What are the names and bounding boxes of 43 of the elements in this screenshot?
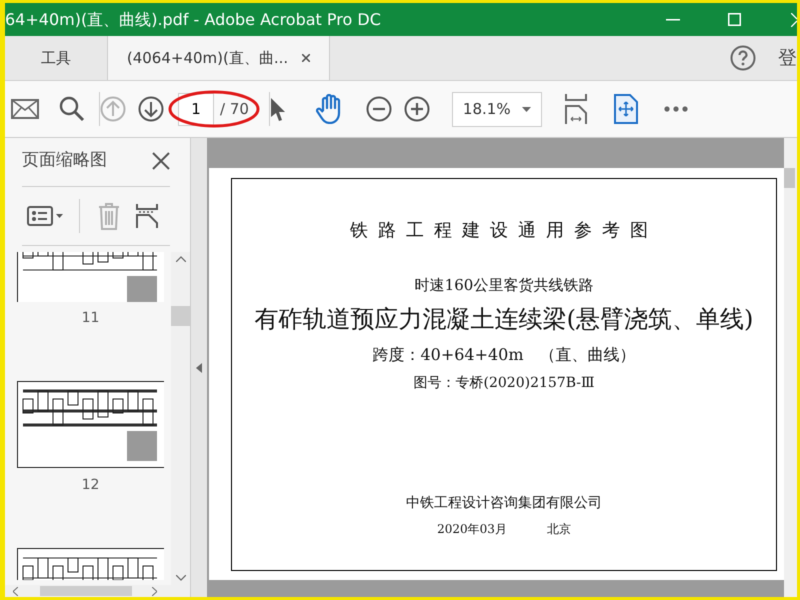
page-move-icon[interactable] [614,94,638,124]
close-icon[interactable] [152,152,170,170]
zoom-dropdown[interactable]: 18.1% [452,92,542,126]
document-title: 有砟轨道预应力混凝土连续梁(悬臂浇筑、单线) [254,304,754,334]
thumbnail-drawing[interactable] [17,380,164,468]
window-title: 64+40m)(直、曲线).pdf - Adobe Acrobat Pro DC [5,8,382,30]
scroll-thumb[interactable] [784,168,795,188]
mail-icon[interactable] [11,99,39,119]
page-extract-icon[interactable] [136,202,158,228]
pointer-icon[interactable] [270,97,286,121]
page-count: / 70 [220,98,249,120]
page-thumbnail-label: 12 [80,476,100,494]
span-text: 跨度：40+64+40m （直、曲线） [372,344,636,366]
scroll-right-icon[interactable] [152,586,157,596]
caret-icon [522,106,531,112]
drawing-number: 图号：专桥(2020)2157B-Ⅲ [414,374,594,392]
publish-date: 2020年03月 [437,521,507,538]
page-thumbnail-label: 11 [80,308,100,328]
publish-place: 北京 [546,521,571,538]
close-icon[interactable] [302,54,310,62]
organization-name: 中铁工程设计咨询集团有限公司 [406,494,602,513]
document-heading: 铁路工程建设通用参考图 [350,219,658,243]
search-icon[interactable] [59,96,85,122]
more-icon[interactable] [664,106,688,112]
document-subtitle: 时速160公里客货共线铁路 [414,275,594,296]
list-options-icon[interactable] [27,206,65,226]
scroll-down-icon[interactable] [176,575,186,581]
zoom-out-icon[interactable] [366,96,392,122]
scroll-left-icon[interactable] [13,586,18,596]
scroll-up-icon[interactable] [176,256,186,262]
fit-page-icon[interactable] [564,94,588,124]
collapse-arrow-icon[interactable] [196,362,202,372]
next-page-button[interactable] [138,96,164,122]
tab[interactable]: (4064+40m)(直、曲... [107,36,330,80]
horizontal-scroll-thumb[interactable] [40,586,132,596]
zoom-in-icon[interactable] [404,96,430,122]
thumbnail-drawing[interactable] [17,548,164,580]
minimize-icon[interactable] [666,18,680,20]
maximize-icon[interactable] [728,13,741,26]
scroll-thumb[interactable] [171,306,190,326]
help-icon[interactable] [730,45,756,71]
sign-in-link[interactable]: 登 [778,44,797,72]
panel-title: 页面缩略图 [22,149,107,172]
